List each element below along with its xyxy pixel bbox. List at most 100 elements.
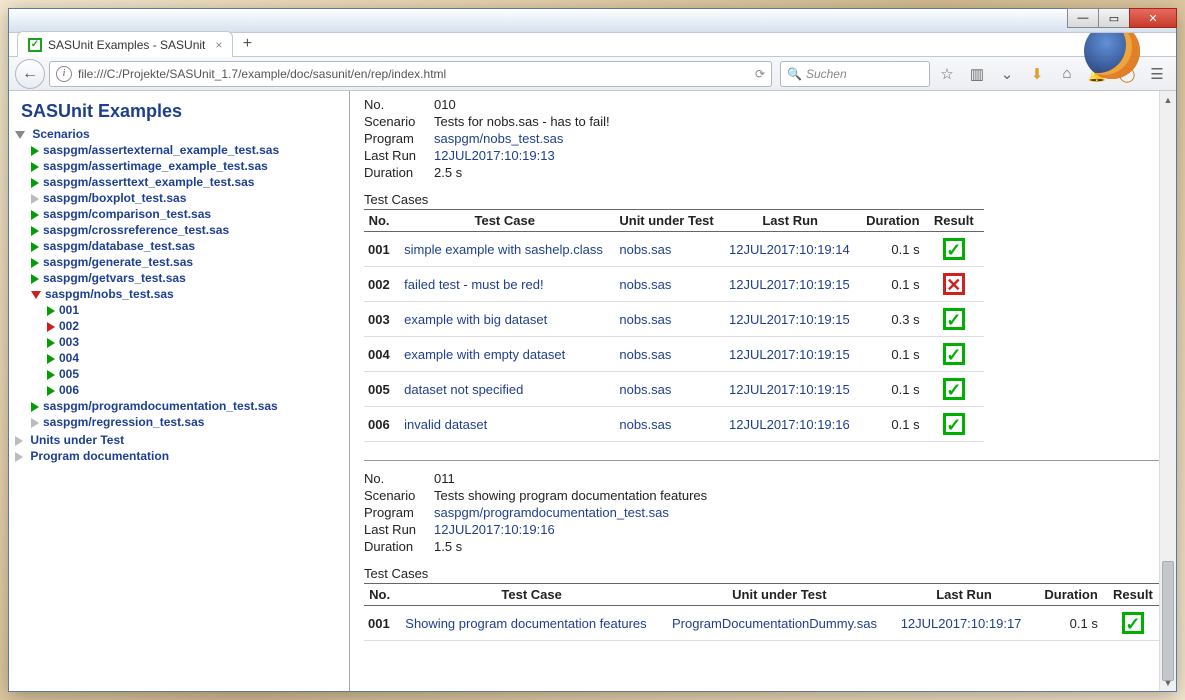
cell-testcase[interactable]: failed test - must be red! xyxy=(400,267,615,302)
triangle-green-icon[interactable] xyxy=(47,370,55,380)
tab-close-icon[interactable]: × xyxy=(215,38,222,52)
cell-uut[interactable]: nobs.sas xyxy=(615,337,725,372)
triangle-green-icon[interactable] xyxy=(31,274,39,284)
tree-item[interactable]: saspgm/crossreference_test.sas xyxy=(43,223,229,237)
triangle-green-icon[interactable] xyxy=(31,210,39,220)
label-lastrun: Last Run xyxy=(364,148,434,163)
tree-item[interactable]: saspgm/database_test.sas xyxy=(43,239,195,253)
bookmark-star-icon[interactable]: ☆ xyxy=(934,61,960,87)
cell-uut[interactable]: nobs.sas xyxy=(615,232,725,267)
reload-icon[interactable]: ⟳ xyxy=(755,67,765,81)
label-no: No. xyxy=(364,471,434,486)
search-box[interactable]: 🔍 Suchen xyxy=(780,61,930,87)
th-result: Result xyxy=(1108,584,1164,606)
tree-child[interactable]: 004 xyxy=(59,351,79,365)
label-no: No. xyxy=(364,97,434,112)
scrollbar[interactable]: ▲ ▼ xyxy=(1159,91,1176,691)
tree-child[interactable]: 001 xyxy=(59,303,79,317)
tree-item[interactable]: saspgm/programdocumentation_test.sas xyxy=(43,399,278,413)
scroll-down-icon[interactable]: ▼ xyxy=(1160,674,1176,691)
table-row: 001Showing program documentation feature… xyxy=(364,606,1164,641)
tree-child[interactable]: 005 xyxy=(59,367,79,381)
label-scenario: Scenario xyxy=(364,114,434,129)
tree-item[interactable]: saspgm/asserttext_example_test.sas xyxy=(43,175,254,189)
triangle-green-icon[interactable] xyxy=(47,354,55,364)
triangle-red-icon[interactable] xyxy=(47,322,55,332)
chevron-down-icon[interactable] xyxy=(15,131,25,139)
addon-icon[interactable]: ◯ xyxy=(1114,61,1140,87)
back-button[interactable]: ← xyxy=(15,59,45,89)
val-no: 010 xyxy=(434,97,456,112)
home-icon[interactable]: ⌂ xyxy=(1054,61,1080,87)
triangle-green-icon[interactable] xyxy=(31,226,39,236)
notif-icon[interactable]: 🔔 xyxy=(1084,61,1110,87)
triangle-down-red-icon[interactable] xyxy=(31,291,41,299)
triangle-green-icon[interactable] xyxy=(47,306,55,316)
library-icon[interactable]: ▥ xyxy=(964,61,990,87)
triangle-green-icon[interactable] xyxy=(31,242,39,252)
cell-result: ✕ xyxy=(930,267,984,302)
tree-program-doc[interactable]: Program documentation xyxy=(30,449,169,463)
val-program[interactable]: saspgm/programdocumentation_test.sas xyxy=(434,505,669,520)
tree-item[interactable]: saspgm/assertimage_example_test.sas xyxy=(43,159,268,173)
cell-testcase[interactable]: Showing program documentation features xyxy=(401,606,668,641)
tree-item[interactable]: saspgm/boxplot_test.sas xyxy=(43,191,186,205)
tree-item[interactable]: saspgm/getvars_test.sas xyxy=(43,271,186,285)
cell-duration: 0.3 s xyxy=(861,302,929,337)
browser-window: — ▭ ✕ ✓ SASUnit Examples - SASUnit × + ←… xyxy=(8,8,1177,692)
table-row: 001simple example with sashelp.classnobs… xyxy=(364,232,984,267)
maximize-button[interactable]: ▭ xyxy=(1098,8,1130,28)
cell-testcase[interactable]: invalid dataset xyxy=(400,407,615,442)
chevron-right-icon[interactable] xyxy=(15,436,23,446)
cell-uut[interactable]: nobs.sas xyxy=(615,372,725,407)
menu-icon[interactable]: ☰ xyxy=(1144,61,1170,87)
triangle-green-icon[interactable] xyxy=(31,402,39,412)
chevron-right-icon[interactable] xyxy=(15,452,23,462)
tree-child[interactable]: 006 xyxy=(59,383,79,397)
triangle-gray-icon[interactable] xyxy=(31,418,39,428)
tree-item[interactable]: saspgm/regression_test.sas xyxy=(43,415,204,429)
cell-testcase[interactable]: dataset not specified xyxy=(400,372,615,407)
triangle-green-icon[interactable] xyxy=(47,386,55,396)
cell-testcase[interactable]: example with empty dataset xyxy=(400,337,615,372)
cell-testcase[interactable]: simple example with sashelp.class xyxy=(400,232,615,267)
tree-units-under-test[interactable]: Units under Test xyxy=(30,433,124,447)
download-icon[interactable]: ⬇ xyxy=(1024,61,1050,87)
cell-uut[interactable]: nobs.sas xyxy=(615,302,725,337)
cell-testcase[interactable]: example with big dataset xyxy=(400,302,615,337)
tree-scenarios[interactable]: Scenarios xyxy=(32,127,89,141)
cell-lastrun: 12JUL2017:10:19:15 xyxy=(725,337,861,372)
tree-item[interactable]: saspgm/generate_test.sas xyxy=(43,255,193,269)
cell-duration: 0.1 s xyxy=(861,267,929,302)
triangle-green-icon[interactable] xyxy=(31,178,39,188)
browser-tab[interactable]: ✓ SASUnit Examples - SASUnit × xyxy=(17,31,233,57)
close-button[interactable]: ✕ xyxy=(1129,8,1177,28)
tree-item[interactable]: saspgm/assertexternal_example_test.sas xyxy=(43,143,279,157)
triangle-gray-icon[interactable] xyxy=(31,194,39,204)
pocket-icon[interactable]: ⌄ xyxy=(994,61,1020,87)
cell-uut[interactable]: ProgramDocumentationDummy.sas xyxy=(668,606,897,641)
info-icon[interactable]: i xyxy=(56,66,72,82)
cell-uut[interactable]: nobs.sas xyxy=(615,407,725,442)
scroll-thumb[interactable] xyxy=(1162,561,1174,681)
cell-no: 002 xyxy=(364,267,400,302)
val-scenario: Tests showing program documentation feat… xyxy=(434,488,707,503)
cell-no: 005 xyxy=(364,372,400,407)
triangle-green-icon[interactable] xyxy=(31,146,39,156)
triangle-green-icon[interactable] xyxy=(31,162,39,172)
scroll-up-icon[interactable]: ▲ xyxy=(1160,91,1176,108)
cell-uut[interactable]: nobs.sas xyxy=(615,267,725,302)
tree-item[interactable]: saspgm/comparison_test.sas xyxy=(43,207,211,221)
cell-no: 004 xyxy=(364,337,400,372)
triangle-green-icon[interactable] xyxy=(47,338,55,348)
triangle-green-icon[interactable] xyxy=(31,258,39,268)
minimize-button[interactable]: — xyxy=(1067,8,1099,28)
tree-child[interactable]: 002 xyxy=(59,319,79,333)
tabstrip: ✓ SASUnit Examples - SASUnit × + xyxy=(9,29,1176,57)
url-bar[interactable]: i file:///C:/Projekte/SASUnit_1.7/exampl… xyxy=(49,61,772,87)
th-lastrun: Last Run xyxy=(725,210,861,232)
new-tab-button[interactable]: + xyxy=(235,32,259,56)
tree-child[interactable]: 003 xyxy=(59,335,79,349)
tree-item-active[interactable]: saspgm/nobs_test.sas xyxy=(45,287,174,301)
val-program[interactable]: saspgm/nobs_test.sas xyxy=(434,131,563,146)
